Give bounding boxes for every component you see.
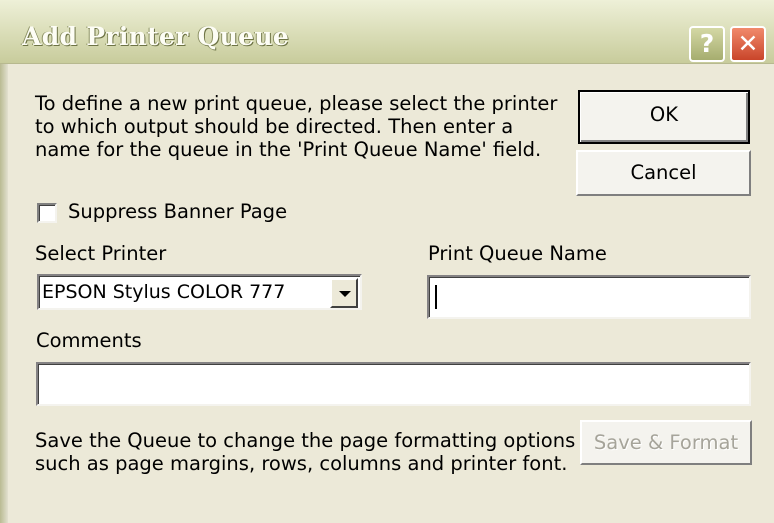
suppress-banner-label[interactable]: Suppress Banner Page	[68, 200, 287, 223]
intro-line: name for the queue in the 'Print Queue N…	[35, 138, 542, 161]
cancel-button[interactable]: Cancel	[576, 150, 751, 196]
dropdown-button[interactable]	[330, 278, 358, 308]
intro-text: To define a new print queue, please sele…	[35, 92, 557, 161]
select-printer-label: Select Printer	[35, 242, 167, 265]
close-icon[interactable]: ✕	[730, 26, 766, 62]
comments-input[interactable]	[36, 362, 751, 406]
save-format-button[interactable]: Save & Format	[580, 420, 752, 465]
ok-button[interactable]: OK	[578, 90, 750, 144]
comments-label: Comments	[36, 329, 142, 352]
footer-text: Save the Queue to change the page format…	[35, 429, 575, 475]
printer-select[interactable]: EPSON Stylus COLOR 777	[37, 274, 362, 310]
printer-select-value: EPSON Stylus COLOR 777	[42, 281, 286, 303]
add-printer-queue-dialog: Add Printer Queue ? ✕ To define a new pr…	[0, 0, 774, 523]
footer-line: Save the Queue to change the page format…	[35, 429, 576, 452]
help-icon[interactable]: ?	[689, 26, 725, 62]
queue-name-input[interactable]	[427, 275, 751, 319]
title-bar[interactable]: Add Printer Queue ? ✕	[0, 0, 774, 64]
suppress-banner-checkbox[interactable]	[37, 203, 57, 223]
window-border	[0, 64, 8, 523]
text-cursor	[435, 285, 437, 309]
queue-name-label: Print Queue Name	[428, 242, 607, 265]
window-title: Add Printer Queue	[22, 22, 290, 51]
intro-line: to which output should be directed. Then…	[35, 115, 514, 138]
chevron-down-icon	[339, 291, 351, 297]
footer-line: such as page margins, rows, columns and …	[35, 452, 568, 475]
intro-line: To define a new print queue, please sele…	[35, 92, 558, 115]
